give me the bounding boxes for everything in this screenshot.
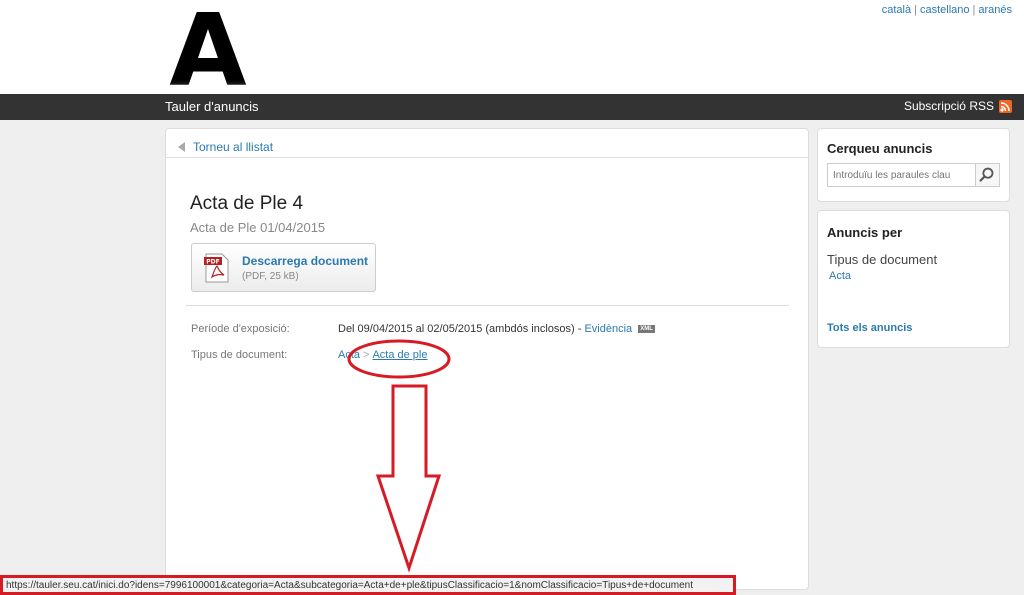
search-box: Cerqueu anuncis: [817, 128, 1010, 202]
lang-catala[interactable]: català: [882, 4, 911, 16]
doctype-acta-link[interactable]: Acta: [338, 349, 360, 361]
lang-aranes[interactable]: aranés: [978, 4, 1012, 16]
document-type-breadcrumb: Acta > Acta de ple: [338, 349, 428, 361]
lang-castellano[interactable]: castellano: [920, 4, 970, 16]
exposure-period-label: Període d'exposició:: [191, 323, 290, 335]
page-title: Acta de Ple 4: [190, 193, 304, 214]
rss-subscription[interactable]: Subscripció RSS: [904, 99, 1012, 113]
crumb-separator: >: [363, 349, 370, 361]
announcement-panel: Torneu al llistat Acta de Ple 4 Acta de …: [165, 128, 809, 590]
back-arrow-icon: [178, 141, 185, 152]
evidence-link[interactable]: Evidència: [584, 323, 632, 335]
document-type-label: Tipus de document:: [191, 349, 288, 361]
status-url: https://tauler.seu.cat/inici.do?idens=79…: [6, 580, 694, 591]
download-file-info: (PDF, 25 kB): [242, 270, 299, 282]
svg-text:PDF: PDF: [206, 258, 219, 265]
site-logo[interactable]: A: [168, 3, 248, 91]
filter-box: Anuncis per Tipus de document Acta Tots …: [817, 210, 1010, 348]
download-label: Descarrega document: [242, 253, 369, 268]
back-link[interactable]: Torneu al llistat: [193, 140, 273, 154]
browser-status-bar: https://tauler.seu.cat/inici.do?idens=79…: [0, 575, 736, 595]
pdf-file-icon: PDF: [204, 253, 229, 282]
site-header: A català | castellano | aranés: [0, 0, 1024, 94]
language-switcher: català | castellano | aranés: [881, 4, 1012, 16]
divider: [186, 305, 789, 306]
board-title[interactable]: Tauler d'anuncis: [165, 99, 259, 114]
doctype-acta-de-ple-link[interactable]: Acta de ple: [372, 349, 427, 361]
xml-badge[interactable]: XML: [638, 325, 655, 334]
download-document-button[interactable]: PDF Descarrega document (PDF, 25 kB): [191, 243, 376, 292]
all-announcements-link[interactable]: Tots els anuncis: [827, 322, 912, 334]
logo-letter: A: [169, 3, 246, 91]
filter-title: Anuncis per: [827, 225, 903, 240]
rss-icon: [999, 99, 1012, 113]
rss-label: Subscripció RSS: [903, 99, 994, 113]
search-title: Cerqueu anuncis: [827, 141, 933, 156]
exposure-period-value: Del 09/04/2015 al 02/05/2015 (ambdós inc…: [338, 323, 655, 335]
filter-acta-link[interactable]: Acta: [829, 270, 851, 282]
page-subtitle: Acta de Ple 01/04/2015: [190, 220, 326, 235]
filter-doc-type-label: Tipus de document: [827, 252, 938, 267]
search-icon: [979, 167, 994, 182]
back-to-list[interactable]: Torneu al llistat: [166, 129, 808, 158]
search-input[interactable]: [827, 163, 976, 187]
exposure-dates: Del 09/04/2015 al 02/05/2015 (ambdós inc…: [338, 323, 582, 335]
search-button[interactable]: [976, 163, 1000, 187]
nav-bar: Tauler d'anuncis Subscripció RSS: [0, 94, 1024, 120]
